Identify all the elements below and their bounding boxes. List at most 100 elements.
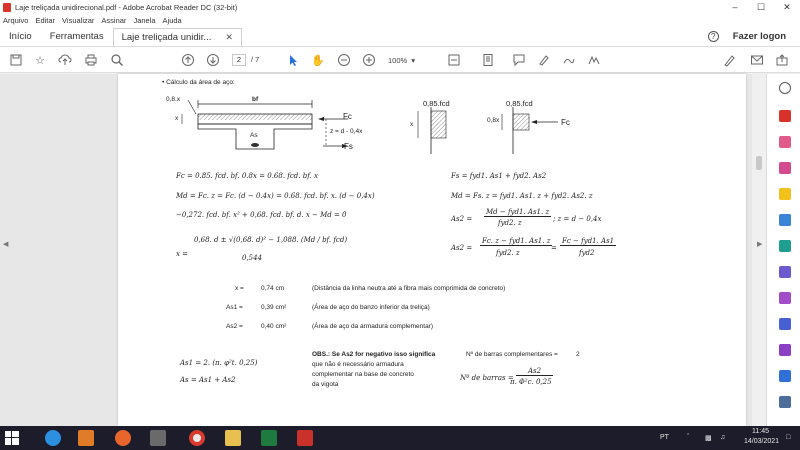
eq-x-lhs: x = [176,250,189,258]
hand-tool-icon[interactable]: ✋ [311,53,325,67]
organize-pages-icon[interactable] [779,240,791,252]
excel-icon[interactable] [261,430,277,446]
vertical-scrollbar[interactable] [752,74,766,426]
firefox-icon[interactable] [115,430,131,446]
toolbar: ☆ 2 / 7 ✋ 100% ▾ [0,47,800,73]
tab-document-label: Laje treliçada unidir... [121,32,212,43]
result-as1-name: As1 = [226,304,243,311]
star-icon[interactable]: ☆ [33,53,47,67]
obs-line-2: que não é necessário armadura [312,361,404,368]
tray-chevron-up-icon[interactable]: ˆ [687,434,689,441]
sign-icon[interactable] [587,53,601,67]
maximize-button[interactable]: ☐ [748,0,774,14]
zoom-select[interactable]: 100% ▾ [388,54,428,66]
scroll-right-arrow-icon[interactable]: ▶ [757,240,762,248]
volume-icon[interactable]: ♫ [720,434,725,441]
file-explorer-icon[interactable] [225,430,241,446]
eq-as2-denominator-2: fyd2. z [496,249,520,257]
nbars-value: 2 [576,351,580,358]
language-indicator[interactable]: PT [660,434,669,441]
tab-home[interactable]: Início [0,26,41,46]
menu-assinar[interactable]: Assinar [101,16,126,25]
clock-date[interactable]: 14/03/2021 [744,438,779,445]
tab-tools[interactable]: Ferramentas [41,26,113,46]
internet-explorer-icon[interactable] [45,430,61,446]
result-x-value: 0,74 cm [261,285,285,292]
comment-tool-icon[interactable] [779,188,791,200]
combine-files-icon[interactable] [779,214,791,226]
acrobat-taskbar-icon[interactable] [297,430,313,446]
right-tools-panel [766,74,800,426]
app-icon[interactable] [150,430,166,446]
share-icon[interactable] [775,53,789,67]
more-tools-icon[interactable] [779,396,791,408]
nbars-formula-num: As2 [516,367,554,376]
login-button[interactable]: Fazer logon [733,26,800,46]
create-pdf-icon[interactable] [779,136,791,148]
page-up-icon[interactable] [181,53,195,67]
page-number-input[interactable]: 2 [232,54,246,66]
fig1-label-fs: Fs [344,142,353,151]
minimize-button[interactable]: – [722,0,748,14]
share-email-icon[interactable] [750,53,764,67]
eq-x-denominator: 0,544 [242,254,263,262]
edit-pdf-icon[interactable] [779,162,791,174]
menu-arquivo[interactable]: Arquivo [3,16,28,25]
tab-document[interactable]: Laje treliçada unidir... ✕ [112,28,242,46]
protect-icon[interactable] [779,318,791,330]
eq-as2-numerator: Md − fyd1. As1. z [484,208,552,217]
page-down-icon[interactable] [206,53,220,67]
compress-pdf-icon[interactable] [779,266,791,278]
save-icon[interactable] [9,53,23,67]
fig2-label-fcd: 0,85.fcd [423,99,450,108]
fill-sign-icon[interactable] [723,53,737,67]
comment-icon[interactable] [512,53,526,67]
as-formula: As = As1 + As2 [180,376,236,384]
scroll-left-arrow-icon[interactable]: ◀ [3,240,8,248]
clock-time[interactable]: 11:45 [752,428,769,435]
draw-icon[interactable] [562,53,576,67]
upload-icon[interactable] [58,53,72,67]
obs-line-4: da vigota [312,381,339,388]
send-for-signature-icon[interactable] [779,370,791,382]
result-as1-desc: (Área de aço do banzo inferior da treliç… [312,304,430,311]
as1-formula: As1 = 2. (π. φ²t. 0,25) [180,359,258,367]
menu-ajuda[interactable]: Ajuda [163,16,182,25]
highlight-pen-icon[interactable] [537,53,551,67]
eq-as2-lhs-2: As2 = [451,244,473,252]
windows-start-icon[interactable] [5,431,19,445]
media-player-icon[interactable] [78,430,94,446]
menu-editar[interactable]: Editar [35,16,55,25]
eq-md-fs: Md = Fs. z = fyd1. As1. z + fyd2. As2. z [451,192,593,200]
close-window-button[interactable]: ✕ [774,0,800,14]
print-icon[interactable] [84,53,98,67]
eq-fc: Fc = 0.85. fcd. bf. 0.8x = 0.68. fcd. bf… [176,172,318,180]
scrollbar-thumb[interactable] [756,156,762,170]
zoom-in-icon[interactable] [362,53,376,67]
menu-visualizar[interactable]: Visualizar [62,16,94,25]
stress-block-parabolic-figure [417,107,447,154]
zoom-tool-icon[interactable] [779,82,791,94]
redact-icon[interactable] [779,292,791,304]
network-icon[interactable]: ▩ [705,434,712,442]
fit-page-icon[interactable] [447,53,461,67]
eq-quadratic: −0,272. fcd. bf. x² + 0,68. fcd. bf. d. … [176,211,347,219]
fig2-label-x: x [410,121,414,128]
menu-janela[interactable]: Janela [133,16,155,25]
fill-sign-tool-icon[interactable] [779,344,791,356]
search-icon[interactable] [110,53,124,67]
tab-close-icon[interactable]: ✕ [225,32,233,43]
nbars-formula-den: π. Φ²c. 0,25 [510,378,552,386]
chrome-icon[interactable] [189,430,205,446]
zoom-out-icon[interactable] [337,53,351,67]
notifications-icon[interactable]: □ [786,434,790,441]
export-pdf-icon[interactable] [779,110,791,122]
select-cursor-icon[interactable] [286,53,300,67]
fig1-label-as: As [250,132,258,139]
scroll-mode-icon[interactable] [481,53,495,67]
fig3-label-fcd: 0,85.fcd [506,99,533,108]
fig1-label-fc: Fc [343,112,352,121]
fig1-label-x: x [175,115,179,122]
help-icon[interactable]: ? [707,31,719,42]
fig1-label-bf: bf [252,96,259,103]
